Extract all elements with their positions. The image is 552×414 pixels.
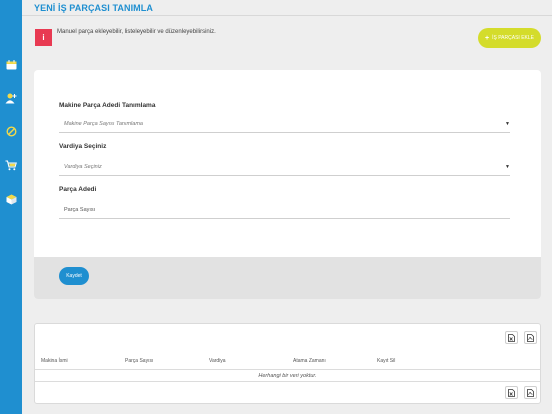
empty-table-message: Herhangi bir veri yoktur. (35, 370, 540, 382)
excel-file-icon (508, 388, 515, 397)
export-pdf-button[interactable] (524, 331, 537, 344)
column-delete[interactable]: Kayıt Sil (377, 358, 395, 364)
machine-part-count-label: Makine Parça Adedi Tanımlama (59, 102, 156, 109)
info-text: Manuel parça ekleyebilir, listeleyebilir… (57, 29, 216, 35)
plus-icon: + (485, 34, 490, 42)
pdf-file-icon (527, 333, 534, 342)
shift-placeholder: Vardiya Seçiniz (64, 164, 102, 170)
save-button[interactable]: Kaydet (59, 267, 89, 285)
machine-part-count-placeholder: Makine Parça Sayısı Tanımlama (64, 121, 143, 127)
pdf-file-icon (527, 388, 534, 397)
column-assign-time[interactable]: Atama Zamanı (293, 358, 326, 364)
export-excel-button[interactable] (505, 331, 518, 344)
page-title: YENİ İŞ PARÇASI TANIMLA (34, 3, 153, 13)
column-part-count[interactable]: Parça Sayısı (125, 358, 153, 364)
calendar-icon[interactable] (5, 59, 17, 71)
column-machine-name[interactable]: Makina İsmi (41, 358, 68, 364)
shift-select[interactable]: Vardiya Seçiniz ▼ (59, 161, 510, 176)
box-icon[interactable] (5, 193, 17, 205)
part-count-label: Parça Adedi (59, 186, 97, 193)
title-divider (22, 15, 552, 16)
part-count-input[interactable]: Parça Sayısı (59, 204, 510, 219)
machine-part-count-select[interactable]: Makine Parça Sayısı Tanımlama ▼ (59, 118, 510, 133)
chevron-down-icon: ▼ (505, 164, 510, 170)
export-pdf-button-bottom[interactable] (524, 386, 537, 399)
column-shift[interactable]: Vardiya (209, 358, 226, 364)
form-footer: Kaydet (34, 257, 541, 299)
excel-file-icon (508, 333, 515, 342)
chevron-down-icon: ▼ (505, 121, 510, 127)
add-part-button[interactable]: + İŞ PARÇASI EKLE (478, 28, 541, 48)
shopping-cart-icon[interactable] (5, 159, 17, 171)
user-add-icon[interactable] (5, 92, 17, 104)
records-table: Makina İsmi Parça Sayısı Vardiya Atama Z… (34, 323, 541, 404)
add-part-label: İŞ PARÇASI EKLE (492, 35, 534, 41)
export-excel-button-bottom[interactable] (505, 386, 518, 399)
table-header: Makina İsmi Parça Sayısı Vardiya Atama Z… (35, 353, 540, 370)
part-count-placeholder: Parça Sayısı (64, 207, 96, 213)
block-icon[interactable] (5, 125, 17, 137)
shift-label: Vardiya Seçiniz (59, 143, 107, 150)
form-card: Makine Parça Adedi Tanımlama Makine Parç… (34, 70, 541, 299)
info-icon: i (35, 29, 52, 46)
sidebar (0, 0, 22, 414)
